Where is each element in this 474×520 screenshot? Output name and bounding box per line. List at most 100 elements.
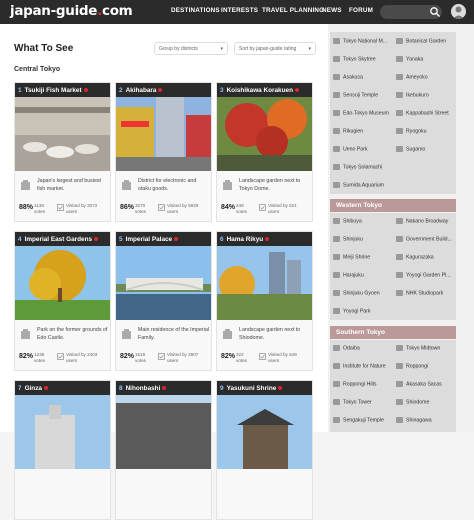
card-header[interactable]: 3 Koishikawa Korakuen [217, 83, 312, 97]
sight-card[interactable]: 2 Akihabara District for electronic and o… [115, 82, 212, 222]
visited-check-icon[interactable] [57, 204, 64, 211]
sidebar-sight-link[interactable]: Ikebukuro [396, 92, 429, 98]
sidebar-sight-link[interactable]: Tokyo Skytree [333, 56, 376, 62]
card-rank: 9 [220, 385, 224, 392]
sidebar-sight-link[interactable]: Shiodome [396, 399, 429, 405]
card-header[interactable]: 4 Imperial East Gardens [15, 232, 110, 246]
sidebar-sight-link[interactable]: Ryogoku [396, 128, 426, 134]
sidebar-sight-link[interactable]: Akasaka Sacas [396, 381, 442, 387]
nav-interests[interactable]: INTERESTS [221, 7, 258, 14]
sidebar-sight-link[interactable]: Yoyogi Garden Pl... [396, 272, 451, 278]
sidebar-sight-link[interactable]: Roppongi [396, 363, 428, 369]
sight-card[interactable]: 6 Hama Rikyu Landscape garden next to Shi… [216, 231, 313, 371]
sidebar-sight-link[interactable]: Tokyo Solamachi [333, 164, 382, 170]
sidebar-sight-link[interactable]: Tokyo National M... [333, 38, 387, 44]
sidebar-sight-link[interactable]: Kagurazaka [396, 254, 434, 260]
card-image[interactable] [116, 395, 211, 469]
featured-icon [158, 88, 163, 93]
sight-card[interactable]: 5 Imperial Palace Main residence of the I… [115, 231, 212, 371]
card-header[interactable]: 5 Imperial Palace [116, 232, 211, 246]
sidebar-sight-link[interactable]: Ueno Park [333, 146, 368, 152]
sidebar-sight-link[interactable]: Sumida Aquarium [333, 182, 384, 188]
card-header[interactable]: 8 Nihonbashi [116, 381, 211, 395]
sidebar-sight-link[interactable]: Nakano Broadway [396, 218, 448, 224]
search-icon[interactable] [429, 6, 441, 18]
sort-by-select[interactable]: Sort by japan-guide rating ▾ [234, 42, 316, 55]
card-description: District for electronic and otaku goods. [138, 178, 197, 192]
sight-thumbnail-icon [333, 128, 340, 134]
sidebar-sight-link[interactable]: Odaiba [333, 345, 360, 351]
nav-destinations[interactable]: DESTINATIONS [171, 7, 220, 14]
southern-tokyo-header[interactable]: Southern Tokyo [330, 326, 456, 339]
card-image[interactable] [116, 246, 211, 320]
sight-thumbnail-icon [396, 381, 403, 387]
nav-travel-planning[interactable]: TRAVEL PLANNING [262, 7, 324, 14]
sidebar-sight-link[interactable]: Institute for Nature [333, 363, 386, 369]
card-header[interactable]: 6 Hama Rikyu [217, 232, 312, 246]
nav-forum[interactable]: FORUM [349, 7, 373, 14]
site-logo[interactable]: japan-guide.com [10, 3, 133, 19]
nav-news[interactable]: NEWS [322, 7, 342, 14]
card-image[interactable] [217, 395, 312, 469]
sidebar-sight-link[interactable]: NHK Studiopark [396, 290, 443, 296]
sidebar-sight-link[interactable]: Tokyo Tower [333, 399, 372, 405]
card-header[interactable]: 9 Yasukuni Shrine [217, 381, 312, 395]
western-tokyo-list [330, 213, 456, 320]
visited-check-icon[interactable] [158, 353, 165, 360]
sidebar-sight-link[interactable]: Rikugien [333, 128, 363, 134]
card-header[interactable]: 1 Tsukiji Fish Market [15, 83, 110, 97]
user-avatar[interactable] [451, 4, 466, 19]
sight-card[interactable]: 4 Imperial East Gardens Park on the forme… [14, 231, 111, 371]
sight-card[interactable]: 3 Koishikawa Korakuen Landscape garden ne… [216, 82, 313, 222]
sidebar-sight-link[interactable]: Shinagawa [396, 417, 432, 423]
visited-check-icon[interactable] [259, 353, 266, 360]
visited-check-icon[interactable] [259, 204, 266, 211]
western-tokyo-header[interactable]: Western Tokyo [330, 199, 456, 212]
card-image[interactable] [217, 97, 312, 171]
group-by-select[interactable]: Group by districts ▾ [154, 42, 228, 55]
sight-link-label: Nakano Broadway [406, 218, 449, 225]
sidebar-sight-link[interactable]: Sensoji Temple [333, 92, 378, 98]
card-image[interactable] [15, 246, 110, 320]
card-rank: 5 [119, 236, 123, 243]
sidebar-sight-link[interactable]: Government Build... [396, 236, 452, 242]
sidebar-sight-link[interactable]: Tokyo Midtown [396, 345, 440, 351]
card-header[interactable]: 2 Akihabara [116, 83, 211, 97]
sight-link-label: Ikebukuro [406, 92, 429, 99]
sidebar-sight-link[interactable]: Asakusa [333, 74, 363, 80]
card-image[interactable] [15, 395, 110, 469]
sidebar-sight-link[interactable]: Sugamo [396, 146, 425, 152]
sidebar-sight-link[interactable]: Edo-Tokyo Museum [333, 110, 389, 116]
sidebar-sight-link[interactable]: Roppongi Hills [333, 381, 376, 387]
sidebar-sight-link[interactable]: Shinjuku [333, 236, 363, 242]
card-rank: 7 [18, 385, 22, 392]
card-image[interactable] [116, 97, 211, 171]
sidebar-sight-link[interactable]: Meiji Shrine [333, 254, 370, 260]
sight-thumbnail-icon [333, 56, 340, 62]
rating-percent: 82% [120, 353, 135, 360]
sidebar-sight-link[interactable]: Shibuya [333, 218, 362, 224]
sight-thumbnail-icon [333, 236, 340, 242]
visited-check-icon[interactable] [158, 204, 165, 211]
card-image[interactable] [15, 97, 110, 171]
visited-check-icon[interactable] [57, 353, 64, 360]
sight-thumbnail-icon [396, 254, 403, 260]
sidebar-sight-link[interactable]: Botanical Garden [396, 38, 446, 44]
sidebar-sight-link[interactable]: Kappabashi Street [396, 110, 449, 116]
sidebar-sight-link[interactable]: Sengakuji Temple [333, 417, 384, 423]
sight-link-label: Shinagawa [406, 417, 432, 424]
sight-card[interactable]: 1 Tsukiji Fish Market Japan's largest and… [14, 82, 111, 222]
sight-card[interactable]: 8 Nihonbashi [115, 380, 212, 520]
sight-thumbnail-icon [396, 290, 403, 296]
sight-card[interactable]: 9 Yasukuni Shrine [216, 380, 313, 520]
sidebar-sight-link[interactable]: Harajuku [333, 272, 364, 278]
sidebar-sight-link[interactable]: Yoyogi Park [333, 308, 371, 314]
sight-thumbnail-icon [396, 92, 403, 98]
sidebar-sight-link[interactable]: Shinjuku Gyoen [333, 290, 380, 296]
card-header[interactable]: 7 Ginza [15, 381, 110, 395]
fish-icon [21, 180, 30, 190]
sight-card[interactable]: 7 Ginza [14, 380, 111, 520]
card-image[interactable] [217, 246, 312, 320]
sidebar-sight-link[interactable]: Ameyoko [396, 74, 428, 80]
sidebar-sight-link[interactable]: Yanaka [396, 56, 423, 62]
